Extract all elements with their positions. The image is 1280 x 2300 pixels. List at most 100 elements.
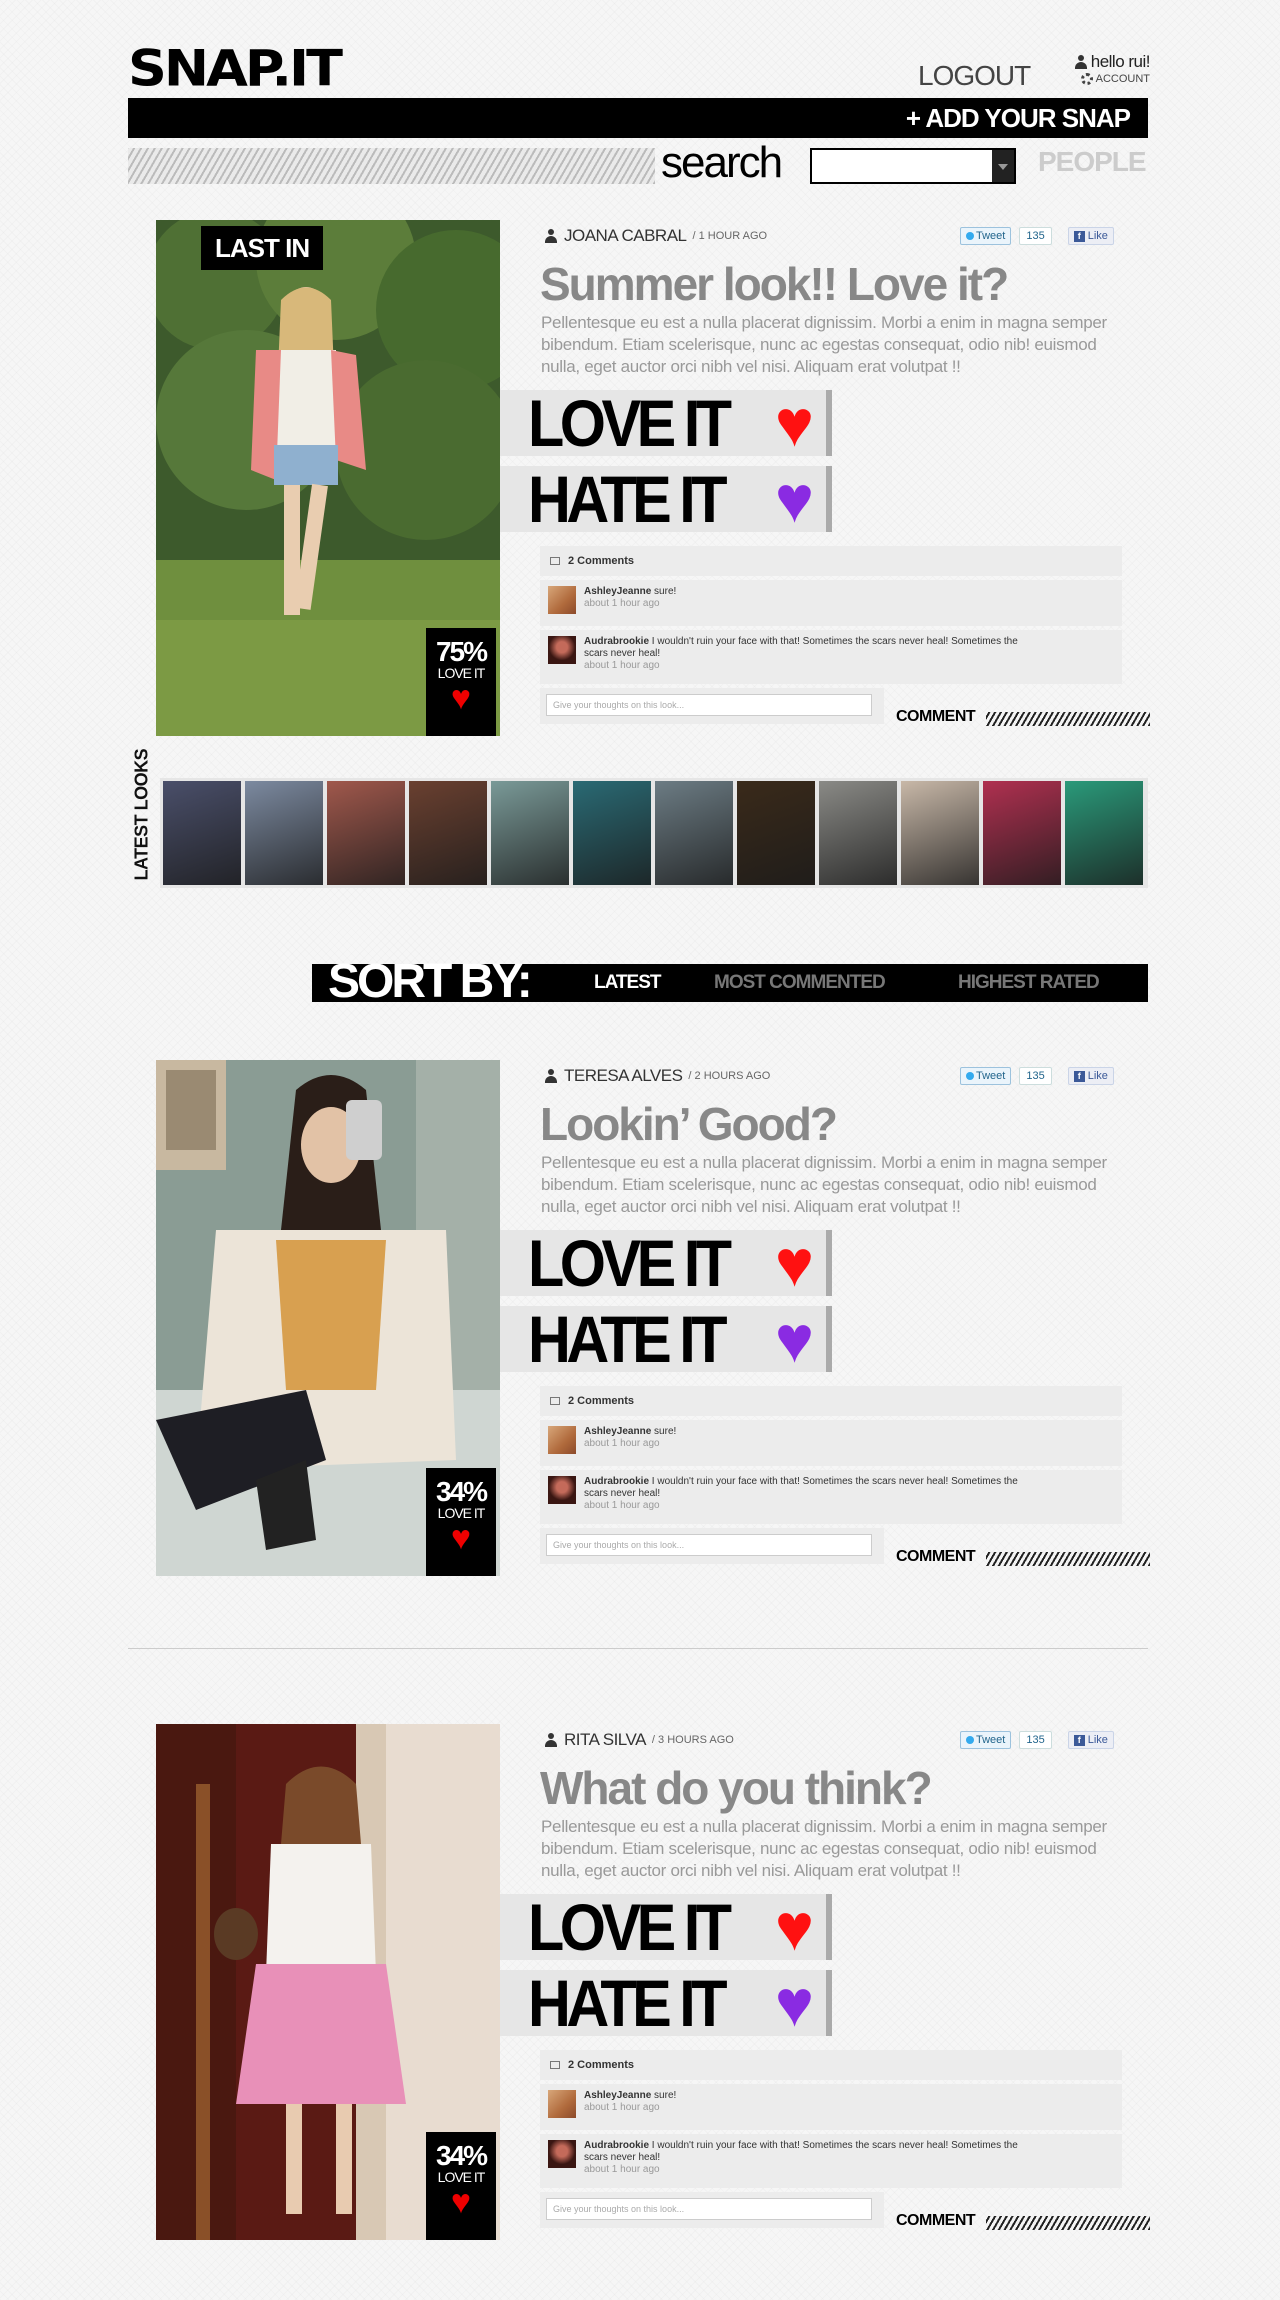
broken-heart-icon: ♥: [774, 1302, 814, 1376]
facebook-like-button[interactable]: f Like: [1067, 1731, 1114, 1749]
latest-look-thumbnail[interactable]: [327, 781, 405, 885]
person-icon: [1074, 55, 1088, 69]
post-author: TERESA ALVES / 2 HOURS AGO: [544, 1066, 770, 1086]
love-it-label: LOVE IT: [528, 386, 732, 460]
post-author: RITA SILVA / 3 HOURS AGO: [544, 1730, 734, 1750]
avatar[interactable]: [548, 2140, 576, 2168]
comment-button[interactable]: COMMENT: [896, 1548, 976, 1566]
tweet-button[interactable]: Tweet: [960, 1067, 1012, 1085]
comment-user[interactable]: Audrabrookie: [584, 2140, 649, 2151]
latest-look-thumbnail[interactable]: [491, 781, 569, 885]
twitter-icon: [966, 1072, 974, 1080]
love-it-button[interactable]: LOVE IT ♥: [500, 1894, 832, 1960]
comment-icon: [550, 2061, 560, 2069]
love-score: 75% LOVE IT ♥: [426, 628, 496, 736]
comment-user[interactable]: AshleyJeanne: [584, 586, 651, 597]
love-it-button[interactable]: LOVE IT ♥: [500, 390, 832, 456]
post-photo[interactable]: 34% LOVE IT ♥: [156, 1060, 500, 1576]
account-link[interactable]: ACCOUNT: [1066, 73, 1150, 85]
avatar[interactable]: [548, 2090, 576, 2118]
latest-look-thumbnail[interactable]: [1065, 781, 1143, 885]
comment-button[interactable]: COMMENT: [896, 2212, 976, 2230]
latest-look-thumbnail[interactable]: [409, 781, 487, 885]
latest-look-thumbnail[interactable]: [245, 781, 323, 885]
post-author: JOANA CABRAL / 1 HOUR AGO: [544, 226, 767, 246]
comment-icon: [550, 1397, 560, 1405]
tweet-label: Tweet: [976, 1734, 1006, 1746]
comments-header[interactable]: 2 Comments: [540, 1386, 1122, 1416]
hate-it-button[interactable]: HATE IT ♥: [500, 1306, 832, 1372]
comments-header[interactable]: 2 Comments: [540, 2050, 1122, 2080]
comment-user[interactable]: Audrabrookie: [584, 636, 649, 647]
avatar[interactable]: [548, 1476, 576, 1504]
comment-time: about 1 hour ago: [584, 1500, 660, 1511]
comments-section: 2 Comments AshleyJeanne sure! about 1 ho…: [540, 2050, 1122, 2228]
comment-button[interactable]: COMMENT: [896, 708, 976, 726]
comment-body: sure!: [654, 1426, 677, 1437]
heart-icon: ♥: [774, 1226, 814, 1300]
love-score-label: LOVE IT: [437, 1505, 486, 1521]
latest-look-thumbnail[interactable]: [573, 781, 651, 885]
comment-user[interactable]: Audrabrookie: [584, 1476, 649, 1487]
love-it-label: LOVE IT: [528, 1890, 732, 1964]
greeting-text: hello rui!: [1090, 52, 1151, 71]
comment-row: AshleyJeanne sure! about 1 hour ago: [540, 2084, 1122, 2130]
comment-input[interactable]: [546, 2198, 872, 2220]
people-toggle[interactable]: PEOPLE: [1038, 146, 1147, 178]
tweet-button[interactable]: Tweet: [960, 227, 1012, 245]
author-name[interactable]: JOANA CABRAL: [564, 226, 687, 246]
latest-look-thumbnail[interactable]: [819, 781, 897, 885]
latest-look-thumbnail[interactable]: [983, 781, 1061, 885]
person-icon: [544, 1733, 558, 1747]
love-score: 34% LOVE IT ♥: [426, 1468, 496, 1576]
post-time: / 2 HOURS AGO: [688, 1070, 771, 1082]
comments-header[interactable]: 2 Comments: [540, 546, 1122, 576]
hate-it-button[interactable]: HATE IT ♥: [500, 466, 832, 532]
avatar[interactable]: [548, 586, 576, 614]
comment-user[interactable]: AshleyJeanne: [584, 2090, 651, 2101]
comment-time: about 1 hour ago: [584, 1438, 660, 1449]
avatar[interactable]: [548, 636, 576, 664]
logout-link[interactable]: LOGOUT: [918, 60, 1031, 92]
sort-most-commented[interactable]: MOST COMMENTED: [714, 972, 886, 994]
love-percent: 34%: [435, 2140, 488, 2171]
latest-look-thumbnail[interactable]: [163, 781, 241, 885]
love-it-button[interactable]: LOVE IT ♥: [500, 1230, 832, 1296]
love-percent: 75%: [435, 636, 488, 667]
comment-row: Audrabrookie I wouldn't ruin your face w…: [540, 1470, 1122, 1524]
facebook-like-button[interactable]: f Like: [1067, 1067, 1114, 1085]
author-name[interactable]: TERESA ALVES: [564, 1066, 683, 1086]
facebook-icon: f: [1073, 1734, 1085, 1746]
post-photo[interactable]: 34% LOVE IT ♥: [156, 1724, 500, 2240]
search-dropdown-button[interactable]: [992, 150, 1014, 182]
latest-look-thumbnail[interactable]: [901, 781, 979, 885]
sort-highest-rated[interactable]: HIGHEST RATED: [958, 972, 1100, 994]
post-title: Summer look!! Love it?: [540, 258, 1009, 310]
comment-user[interactable]: AshleyJeanne: [584, 1426, 651, 1437]
search-input[interactable]: [812, 150, 992, 182]
add-snap-button[interactable]: + ADD YOUR SNAP: [906, 103, 1131, 134]
comment-time: about 1 hour ago: [584, 660, 660, 671]
comment-time: about 1 hour ago: [584, 2164, 660, 2175]
author-name[interactable]: RITA SILVA: [564, 1730, 646, 1750]
hate-it-button[interactable]: HATE IT ♥: [500, 1970, 832, 2036]
comment-icon: [550, 557, 560, 565]
latest-look-thumbnail[interactable]: [737, 781, 815, 885]
post-photo[interactable]: LAST IN 75% LOVE IT ♥: [156, 220, 500, 736]
comment-row: Audrabrookie I wouldn't ruin your face w…: [540, 630, 1122, 684]
comment-input[interactable]: [546, 1534, 872, 1556]
post-body: Pellentesque eu est a nulla placerat dig…: [541, 1153, 1107, 1216]
latest-look-thumbnail[interactable]: [655, 781, 733, 885]
tweet-button[interactable]: Tweet: [960, 1731, 1012, 1749]
comments-section: 2 Comments AshleyJeanne sure! about 1 ho…: [540, 1386, 1122, 1564]
facebook-like-button[interactable]: f Like: [1067, 227, 1114, 245]
comment-input[interactable]: [546, 694, 872, 716]
love-score-label: LOVE IT: [437, 2169, 486, 2185]
avatar[interactable]: [548, 1426, 576, 1454]
decorative-hatch: [986, 2216, 1150, 2230]
sort-latest[interactable]: LATEST: [594, 972, 661, 994]
comments-count: 2 Comments: [568, 2059, 635, 2071]
heart-icon: ♥: [450, 1519, 472, 1557]
like-label: Like: [1087, 1734, 1108, 1746]
logo[interactable]: SNAP.IT: [128, 44, 393, 94]
